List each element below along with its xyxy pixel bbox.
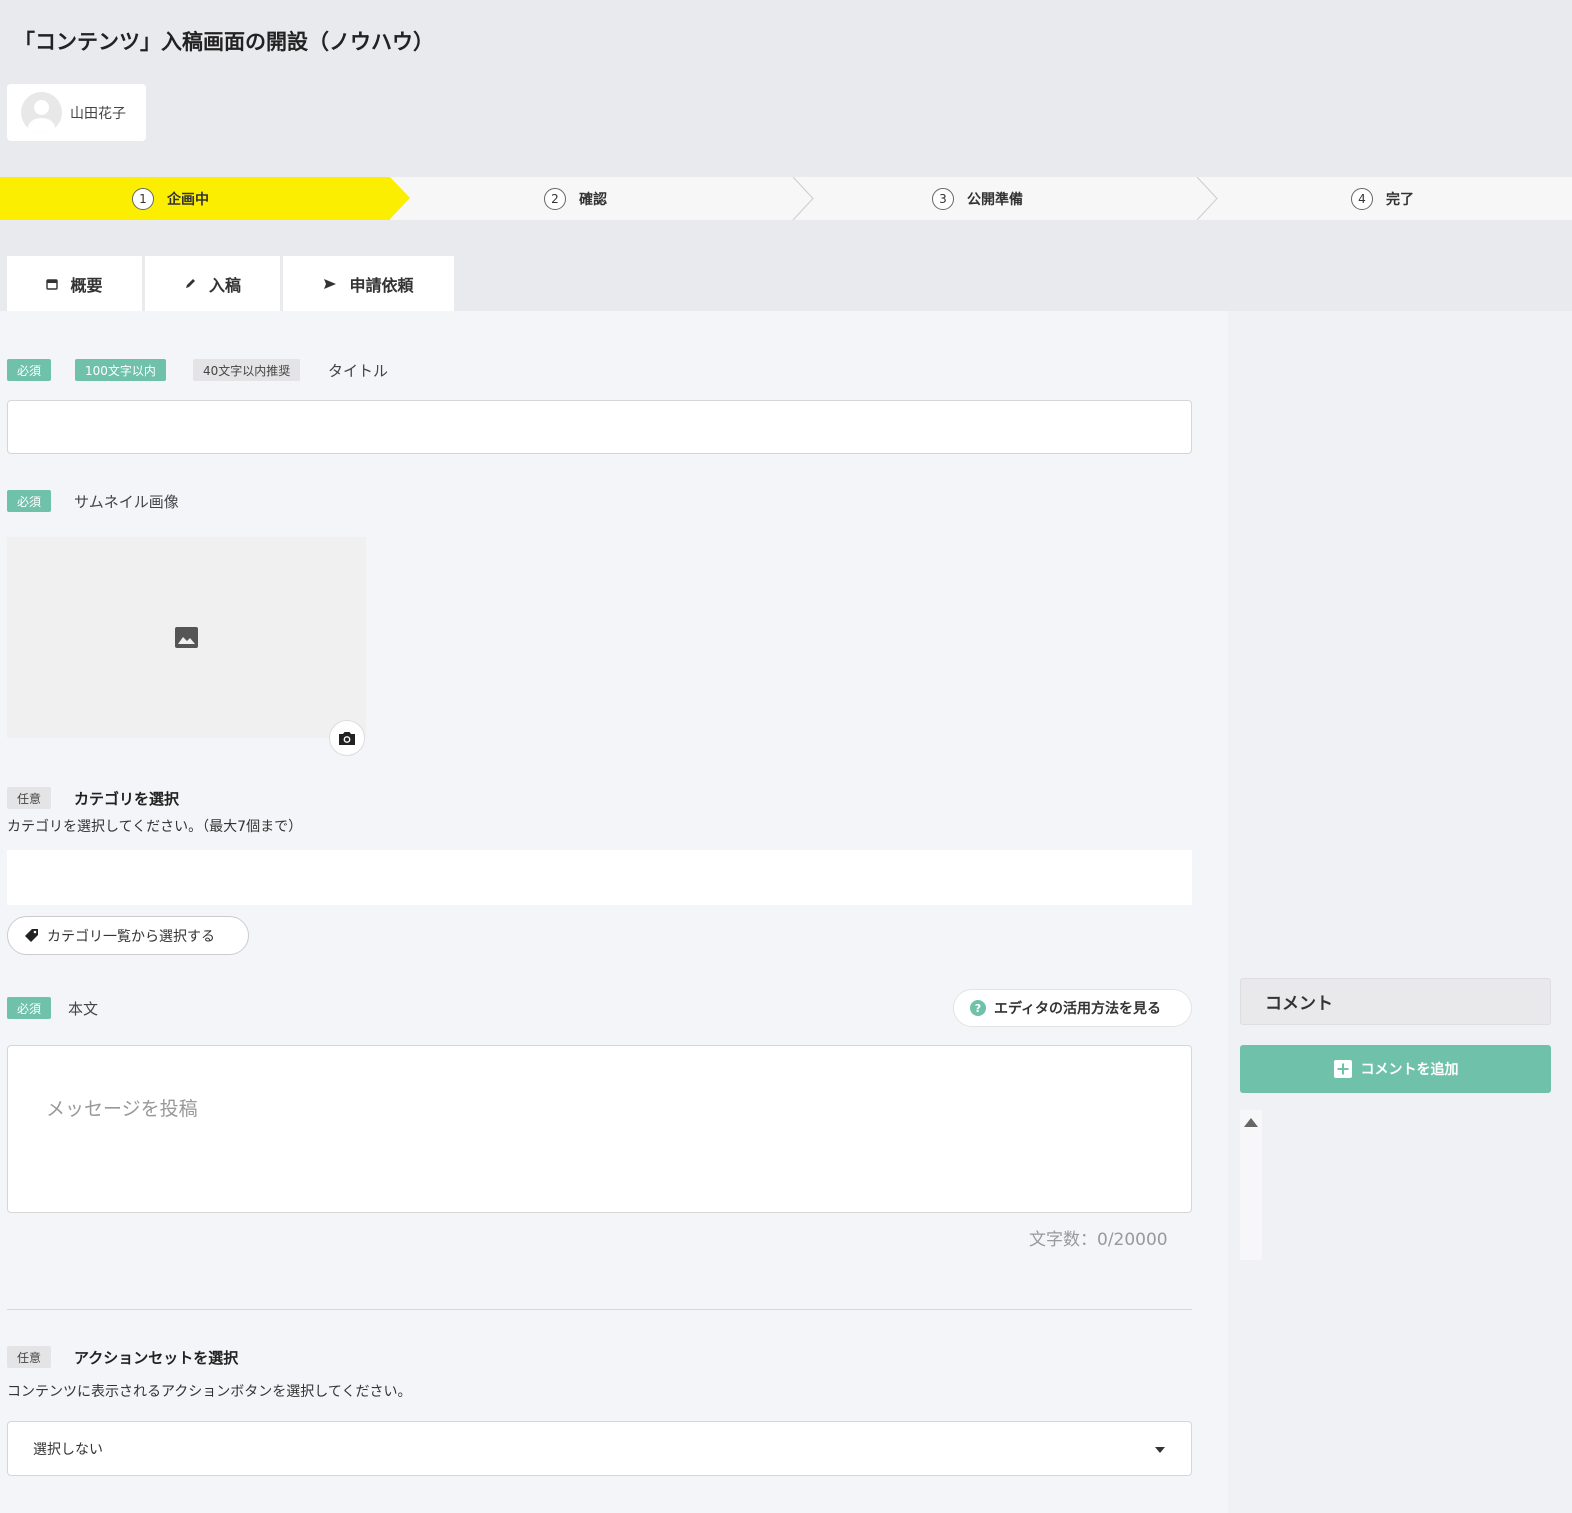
title-input[interactable] <box>7 400 1192 454</box>
add-comment-label: コメントを追加 <box>1360 1062 1459 1078</box>
body-editor[interactable]: メッセージを投稿 <box>7 1045 1192 1213</box>
section-divider <box>7 1309 1192 1310</box>
action-set-select[interactable]: 選択しない <box>7 1421 1192 1476</box>
editor-help-button[interactable]: ? エディタの活用方法を見る <box>953 989 1192 1027</box>
plus-box-icon <box>1333 1059 1353 1079</box>
user-name: 山田花子 <box>70 105 126 122</box>
step-1: 1 企画中 <box>132 177 209 220</box>
user-chip[interactable]: 山田花子 <box>7 84 146 141</box>
pencil-icon <box>184 277 197 290</box>
camera-icon <box>338 731 356 746</box>
add-comment-button[interactable]: コメントを追加 <box>1240 1045 1551 1093</box>
comment-scrollbar[interactable] <box>1240 1110 1262 1260</box>
category-selection-area[interactable] <box>7 850 1192 905</box>
action-set-label: アクションセットを選択 <box>74 1349 239 1367</box>
question-icon: ? <box>970 1000 986 1016</box>
tab-label: 申請依頼 <box>349 275 414 295</box>
step-2: 2 確認 <box>544 177 607 220</box>
tab-submission[interactable]: 入稿 <box>145 256 280 311</box>
optional-badge: 任意 <box>7 787 52 809</box>
comment-panel <box>1228 311 1572 1513</box>
required-badge: 必須 <box>7 997 52 1019</box>
tag-icon <box>24 928 39 943</box>
calendar-icon <box>46 278 59 290</box>
comment-title: コメント <box>1265 994 1333 1014</box>
step-number: 2 <box>544 187 566 210</box>
step-number: 4 <box>1351 187 1373 210</box>
category-label: カテゴリを選択 <box>74 790 180 808</box>
char-count: 文字数：0/20000 <box>1029 1230 1168 1250</box>
step-label: 確認 <box>579 191 607 208</box>
optional-badge: 任意 <box>7 1346 52 1368</box>
action-set-description: コンテンツに表示されるアクションボタンを選択してください。 <box>7 1384 412 1400</box>
progress-steps: 1 企画中 2 確認 3 公開準備 4 完了 <box>0 177 1572 220</box>
category-select-button[interactable]: カテゴリ一覧から選択する <box>7 916 249 955</box>
step-label: 企画中 <box>167 191 209 208</box>
step-3: 3 公開準備 <box>932 177 1023 220</box>
send-icon <box>323 278 337 290</box>
step-separator-icon <box>1196 177 1218 220</box>
step-label: 公開準備 <box>967 191 1023 208</box>
image-icon <box>175 627 198 652</box>
comment-header: コメント <box>1240 978 1551 1025</box>
step-number: 1 <box>132 187 154 210</box>
step-4: 4 完了 <box>1351 177 1414 220</box>
title-field-label: タイトル <box>328 362 389 380</box>
body-label: 本文 <box>68 1000 99 1018</box>
tab-overview[interactable]: 概要 <box>7 256 142 311</box>
tab-request[interactable]: 申請依頼 <box>283 256 454 311</box>
step-number: 3 <box>932 187 954 210</box>
scroll-up-icon[interactable] <box>1244 1118 1258 1127</box>
tab-bar: 概要 入稿 申請依頼 <box>7 256 457 311</box>
page-title: 「コンテンツ」入稿画面の開設（ノウハウ） <box>14 30 434 54</box>
required-badge: 必須 <box>7 359 52 381</box>
thumbnail-dropzone[interactable] <box>7 537 366 738</box>
thumbnail-label: サムネイル画像 <box>74 493 179 511</box>
active-step-arrow <box>390 177 410 219</box>
main-content <box>0 311 1228 1513</box>
step-separator-icon <box>792 177 814 220</box>
body-placeholder: メッセージを投稿 <box>46 1098 198 1120</box>
step-label: 完了 <box>1386 191 1414 208</box>
editor-help-label: エディタの活用方法を見る <box>994 1001 1162 1017</box>
recommended-length-badge: 40文字以内推奨 <box>193 359 301 381</box>
svg-text:?: ? <box>975 1002 981 1015</box>
action-set-selected: 選択しない <box>33 1441 103 1458</box>
required-badge: 必須 <box>7 490 52 512</box>
chevron-down-icon <box>1155 1447 1165 1453</box>
max-length-badge: 100文字以内 <box>75 359 166 381</box>
user-avatar-icon <box>21 92 62 133</box>
thumbnail-upload-button[interactable] <box>329 720 365 756</box>
tab-label: 概要 <box>70 275 103 295</box>
category-description: カテゴリを選択してください。（最大7個まで） <box>7 819 303 835</box>
tab-label: 入稿 <box>208 275 241 295</box>
category-select-label: カテゴリ一覧から選択する <box>47 928 215 945</box>
